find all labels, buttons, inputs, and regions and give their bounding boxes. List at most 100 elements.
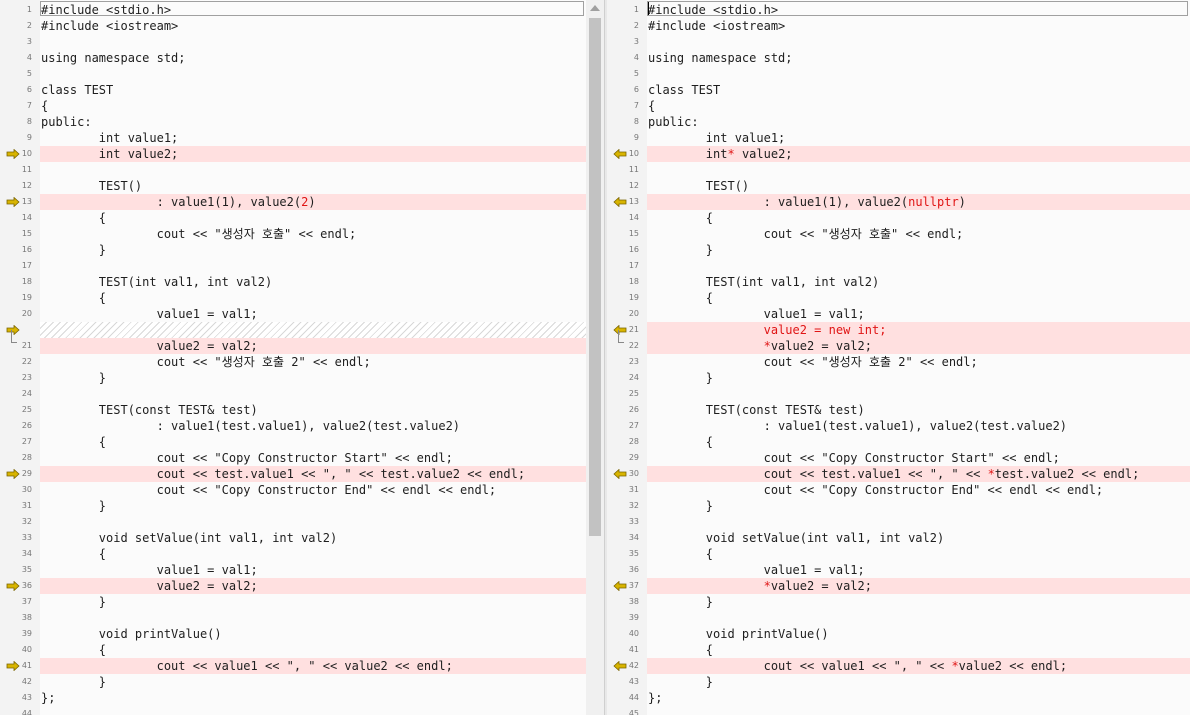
code-text[interactable]: cout << value1 << ", " << *value2 << end…: [647, 658, 1190, 674]
code-line[interactable]: 27 : value1(test.value1), value2(test.va…: [607, 418, 1190, 434]
code-text[interactable]: #include <stdio.h>: [647, 2, 1190, 18]
diff-line[interactable]: 42 cout << value1 << ", " << *value2 << …: [607, 658, 1190, 674]
code-text[interactable]: cout << test.value1 << ", " << test.valu…: [40, 466, 586, 482]
code-line[interactable]: 24: [0, 386, 586, 402]
code-text[interactable]: {: [40, 290, 586, 306]
code-text[interactable]: };: [40, 690, 586, 706]
code-line[interactable]: 27 {: [0, 434, 586, 450]
code-line[interactable]: 35 value1 = val1;: [0, 562, 586, 578]
code-text[interactable]: }: [40, 370, 586, 386]
code-line[interactable]: 44: [0, 706, 586, 715]
diff-line[interactable]: 21 value2 = val2;: [0, 330, 586, 354]
code-line[interactable]: 14 {: [0, 210, 586, 226]
diff-arrow-right-icon[interactable]: [6, 469, 20, 479]
code-text[interactable]: #include <stdio.h>: [40, 2, 586, 18]
diff-line[interactable]: 13 : value1(1), value2(nullptr): [607, 194, 1190, 210]
code-text[interactable]: value2 = val2;: [40, 338, 586, 354]
code-line[interactable]: 20 value1 = val1;: [0, 306, 586, 322]
code-text[interactable]: int* value2;: [647, 146, 1190, 162]
code-line[interactable]: 4 using namespace std;: [607, 50, 1190, 66]
code-line[interactable]: 33 void setValue(int val1, int val2): [0, 530, 586, 546]
code-text[interactable]: value2 = new int;: [647, 322, 1190, 338]
code-text[interactable]: TEST(): [647, 178, 1190, 194]
code-text[interactable]: {: [647, 546, 1190, 562]
code-text[interactable]: {: [40, 210, 586, 226]
code-text[interactable]: }: [647, 242, 1190, 258]
code-text[interactable]: *value2 = val2;: [647, 338, 1190, 354]
code-text[interactable]: int value2;: [40, 146, 586, 162]
code-line[interactable]: 35 {: [607, 546, 1190, 562]
left-code-pane[interactable]: 1 #include <stdio.h> 2 #include <iostream> 3…: [0, 0, 586, 715]
code-text[interactable]: : value1(1), value2(nullptr): [647, 194, 1190, 210]
code-text[interactable]: value1 = val1;: [647, 562, 1190, 578]
code-line[interactable]: 30 cout << "Copy Constructor End" << end…: [0, 482, 586, 498]
code-text[interactable]: }: [647, 674, 1190, 690]
diff-line[interactable]: 36 value2 = val2;: [0, 578, 586, 594]
code-text[interactable]: {: [647, 642, 1190, 658]
scroll-up-arrow-icon[interactable]: [590, 5, 600, 11]
diff-line[interactable]: 22 *value2 = val2;: [607, 330, 1190, 354]
diff-line[interactable]: 41 cout << value1 << ", " << value2 << e…: [0, 658, 586, 674]
code-text[interactable]: [647, 34, 1190, 50]
code-text[interactable]: [40, 66, 586, 82]
code-text[interactable]: cout << "생성자 호출" << endl;: [647, 226, 1190, 242]
code-line[interactable]: 37 }: [0, 594, 586, 610]
code-line[interactable]: 8 public:: [607, 114, 1190, 130]
code-text[interactable]: cout << "Copy Constructor End" << endl <…: [647, 482, 1190, 498]
code-text[interactable]: {: [40, 434, 586, 450]
code-text[interactable]: cout << "Copy Constructor Start" << endl…: [40, 450, 586, 466]
code-line[interactable]: 43 }: [607, 674, 1190, 690]
code-text[interactable]: void setValue(int val1, int val2): [647, 530, 1190, 546]
left-vertical-scrollbar[interactable]: [586, 0, 604, 715]
code-line[interactable]: 11: [0, 162, 586, 178]
code-text[interactable]: [647, 258, 1190, 274]
code-line[interactable]: 8 public:: [0, 114, 586, 130]
code-text[interactable]: }: [647, 498, 1190, 514]
code-text[interactable]: public:: [647, 114, 1190, 130]
code-text[interactable]: [40, 258, 586, 274]
code-text[interactable]: using namespace std;: [647, 50, 1190, 66]
code-line[interactable]: 9 int value1;: [607, 130, 1190, 146]
code-line[interactable]: 20 value1 = val1;: [607, 306, 1190, 322]
code-line[interactable]: 19 {: [0, 290, 586, 306]
code-line[interactable]: 22 cout << "생성자 호출 2" << endl;: [0, 354, 586, 370]
code-line[interactable]: 19 {: [607, 290, 1190, 306]
code-text[interactable]: class TEST: [40, 82, 586, 98]
code-text[interactable]: };: [647, 690, 1190, 706]
code-text[interactable]: cout << "생성자 호출 2" << endl;: [40, 354, 586, 370]
diff-arrow-left-icon[interactable]: [613, 149, 627, 159]
code-text[interactable]: }: [40, 674, 586, 690]
code-line[interactable]: 11: [607, 162, 1190, 178]
code-text[interactable]: : value1(test.value1), value2(test.value…: [647, 418, 1190, 434]
code-line[interactable]: 23 cout << "생성자 호출 2" << endl;: [607, 354, 1190, 370]
code-text[interactable]: {: [40, 98, 586, 114]
code-line[interactable]: 9 int value1;: [0, 130, 586, 146]
diff-arrow-left-icon[interactable]: [613, 661, 627, 671]
diff-arrow-right-icon[interactable]: [6, 661, 20, 671]
code-text[interactable]: [40, 162, 586, 178]
code-line[interactable]: 1 #include <stdio.h>: [607, 2, 1190, 18]
code-line[interactable]: 4 using namespace std;: [0, 50, 586, 66]
code-text[interactable]: {: [647, 434, 1190, 450]
code-text[interactable]: void printValue(): [40, 626, 586, 642]
code-line[interactable]: 24 }: [607, 370, 1190, 386]
code-text[interactable]: int value1;: [647, 130, 1190, 146]
diff-arrow-right-icon[interactable]: [6, 197, 20, 207]
code-line[interactable]: 3: [0, 34, 586, 50]
code-line[interactable]: 40 void printValue(): [607, 626, 1190, 642]
code-line[interactable]: 29 cout << "Copy Constructor Start" << e…: [607, 450, 1190, 466]
diff-line[interactable]: 10 int value2;: [0, 146, 586, 162]
diff-arrow-right-icon[interactable]: [6, 149, 20, 159]
code-line[interactable]: 7{: [607, 98, 1190, 114]
code-text[interactable]: TEST(const TEST& test): [40, 402, 586, 418]
code-text[interactable]: }: [647, 594, 1190, 610]
code-line[interactable]: 32 }: [607, 498, 1190, 514]
code-text[interactable]: [40, 514, 586, 530]
code-text[interactable]: [40, 386, 586, 402]
code-line[interactable]: 25: [607, 386, 1190, 402]
code-line[interactable]: 2 #include <iostream>: [0, 18, 586, 34]
code-text[interactable]: [40, 322, 586, 338]
code-text[interactable]: void printValue(): [647, 626, 1190, 642]
code-line[interactable]: 1 #include <stdio.h>: [0, 2, 586, 18]
code-line[interactable]: 32: [0, 514, 586, 530]
